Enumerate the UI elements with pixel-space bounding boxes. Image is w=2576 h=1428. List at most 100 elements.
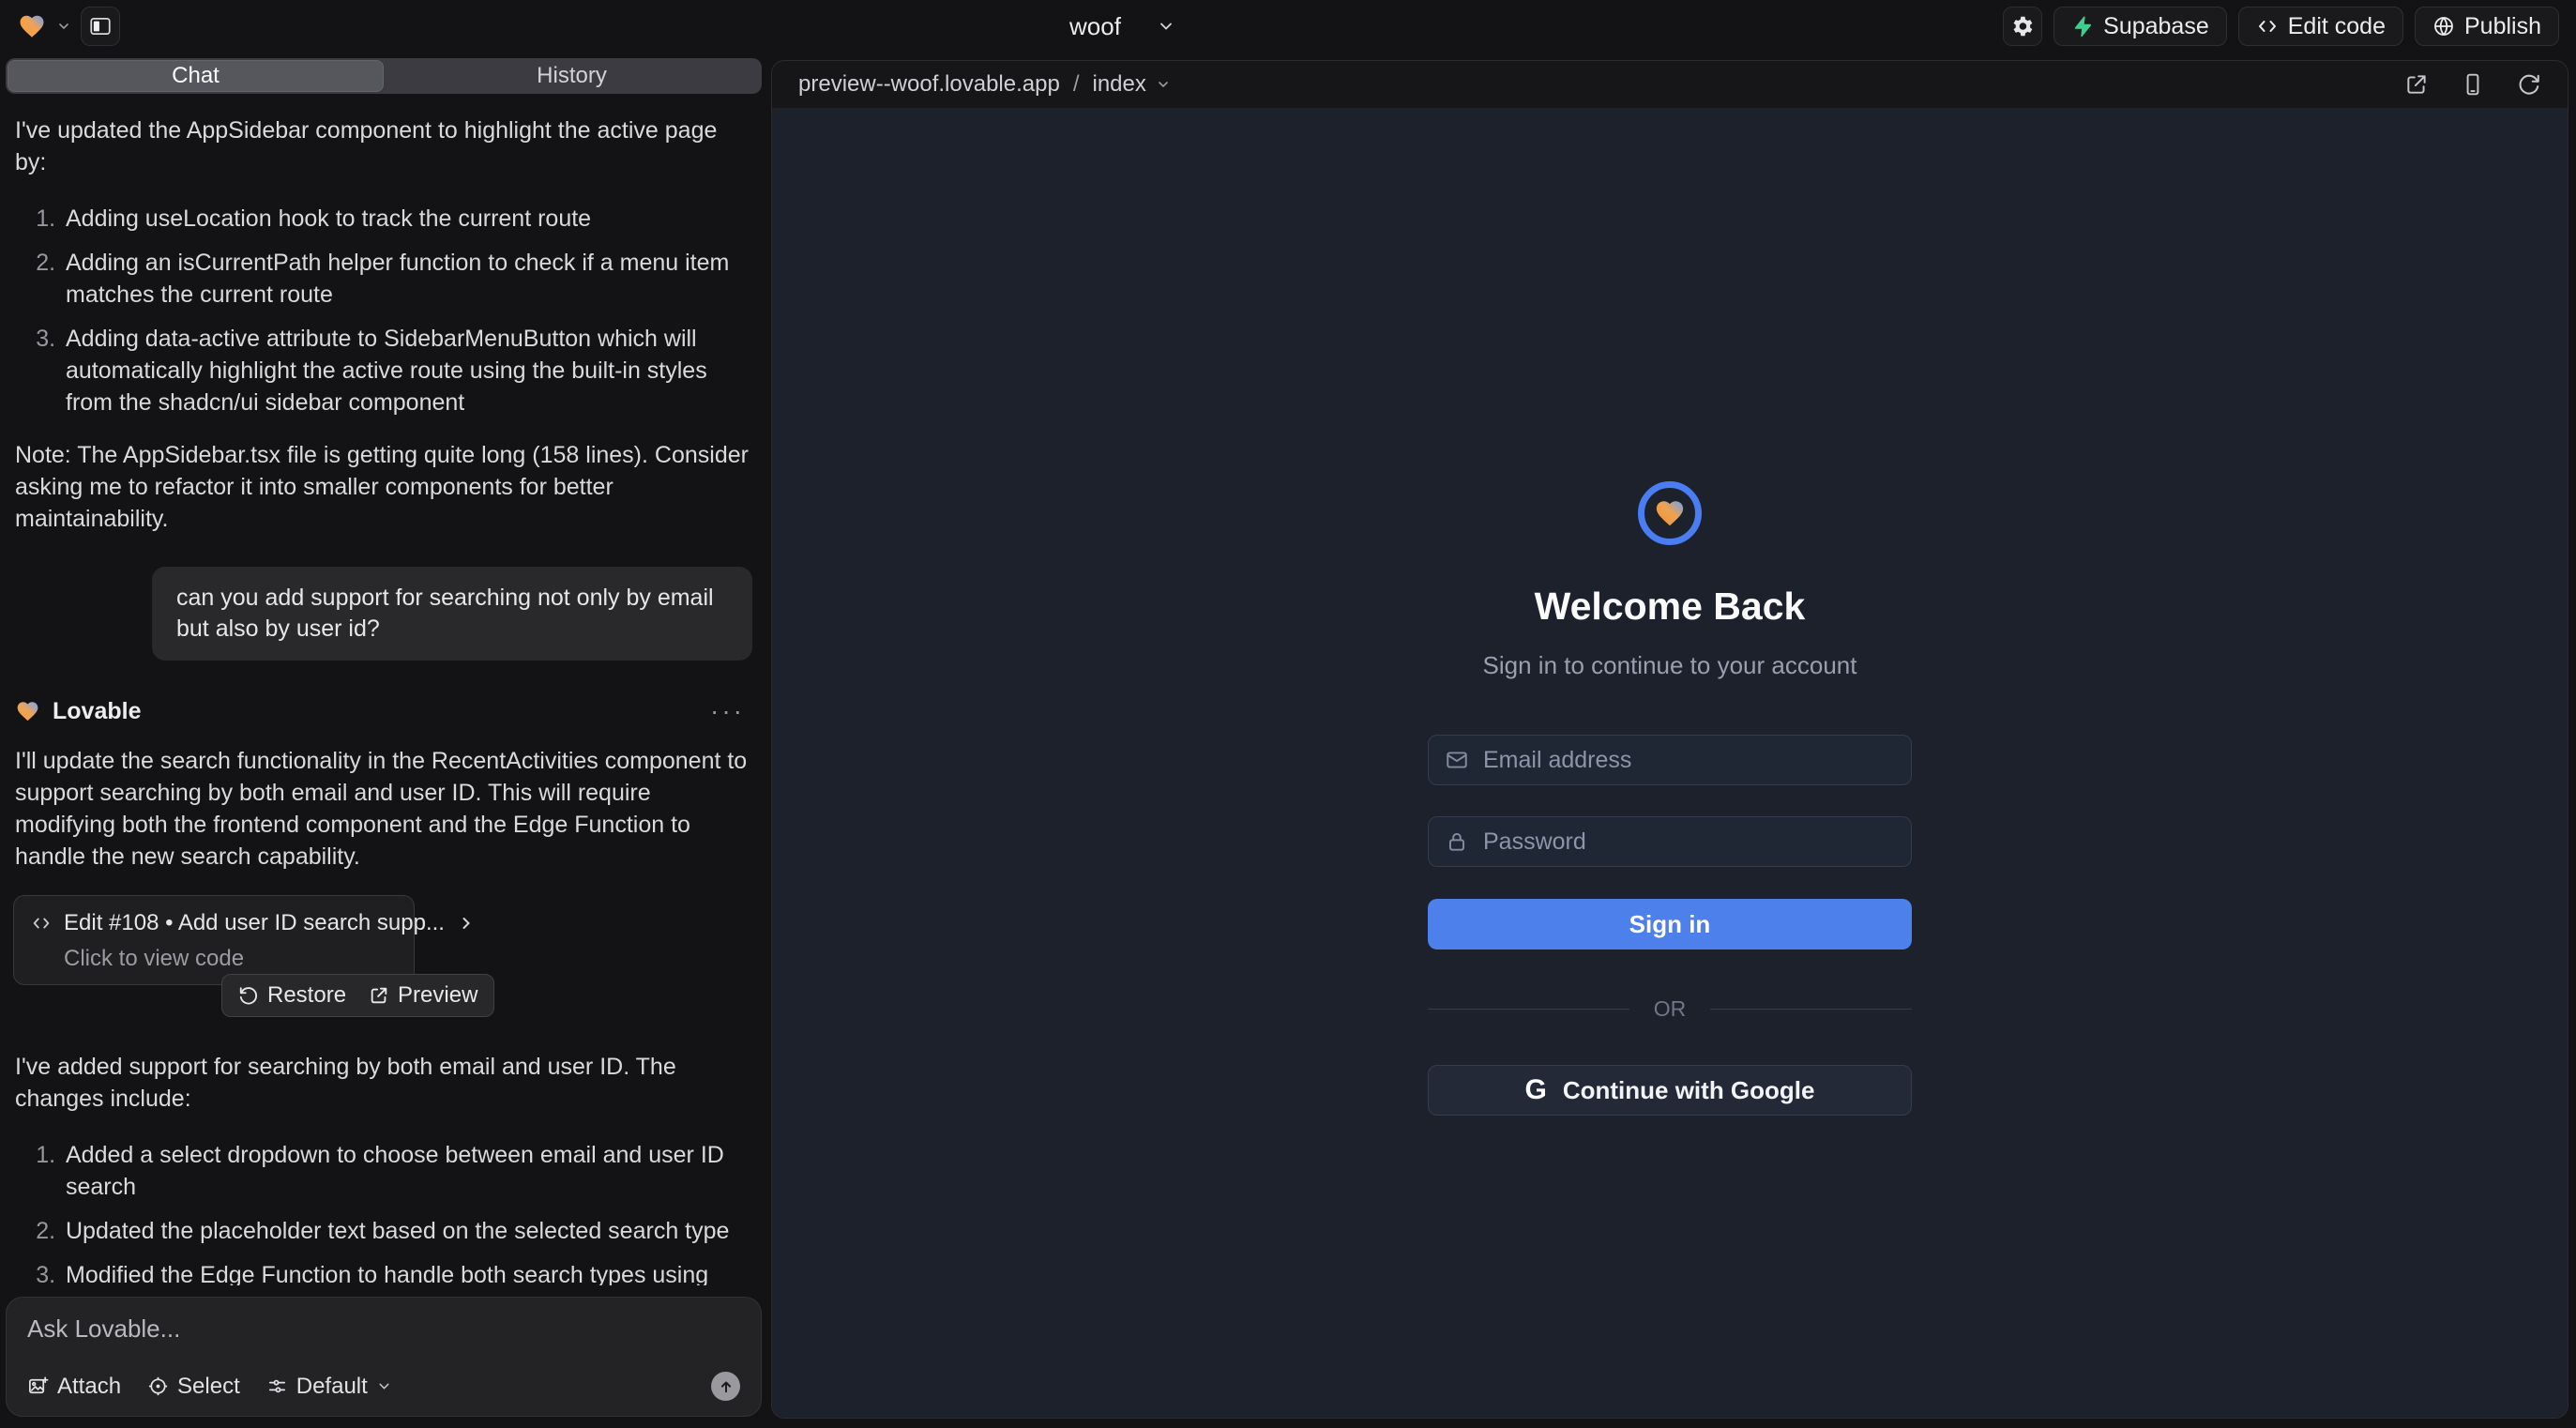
preview-app-content: Welcome Back Sign in to continue to your… — [772, 108, 2568, 1418]
app-subtitle: Sign in to continue to your account — [1483, 651, 1857, 680]
sign-in-form: Email address Password Sign in OR G Cont… — [1428, 735, 1912, 1116]
lock-icon — [1445, 829, 1469, 854]
chat-history-tabs: Chat History — [6, 58, 762, 94]
assistant-message-intro: I've updated the AppSidebar component to… — [15, 114, 752, 178]
tab-history[interactable]: History — [384, 60, 760, 92]
open-in-new-tab-button[interactable] — [2404, 72, 2429, 97]
list-item: Modified the Edge Function to handle bot… — [62, 1259, 756, 1285]
password-placeholder: Password — [1483, 828, 1586, 856]
divider-line — [1428, 1009, 1629, 1010]
target-icon — [147, 1375, 169, 1397]
preview-url: preview--woof.lovable.app — [798, 71, 1060, 98]
edit-card-title: Edit #108 • Add user ID search supp... — [64, 910, 445, 936]
code-icon — [31, 913, 52, 934]
phone-icon — [2461, 72, 2485, 97]
select-label: Select — [177, 1374, 240, 1400]
assistant-name: Lovable — [53, 698, 141, 725]
list-item: Adding an isCurrentPath helper function … — [62, 247, 756, 311]
preview-url-dropdown[interactable]: preview--woof.lovable.app / index — [798, 71, 1171, 98]
chevron-right-icon — [457, 914, 476, 933]
user-message-text: can you add support for searching not on… — [176, 585, 714, 642]
top-bar: woof Supabase Edit code Publish — [0, 0, 2576, 53]
tab-history-label: History — [537, 63, 607, 89]
toggle-sidebar-button[interactable] — [81, 7, 120, 46]
email-placeholder: Email address — [1483, 747, 1631, 774]
mobile-view-button[interactable] — [2461, 72, 2485, 97]
app-title: Welcome Back — [1535, 585, 1806, 629]
tab-chat[interactable]: Chat — [8, 60, 384, 92]
lovable-logo-heart-icon[interactable] — [17, 12, 47, 40]
chat-panel: Chat History I've updated the AppSidebar… — [0, 53, 767, 1428]
google-g-icon: G — [1525, 1074, 1547, 1106]
external-link-icon — [2404, 72, 2429, 97]
sign-in-label: Sign in — [1629, 910, 1711, 939]
attach-button[interactable]: Attach — [27, 1374, 121, 1400]
restore-button[interactable]: Restore — [238, 982, 346, 1009]
mode-dropdown[interactable]: Default — [266, 1374, 392, 1400]
mode-label: Default — [296, 1374, 368, 1400]
project-switcher[interactable]: woof — [1069, 0, 1175, 53]
edit-code-label: Edit code — [2288, 13, 2386, 40]
project-name: woof — [1069, 12, 1121, 41]
app-logo-ring — [1638, 481, 1702, 545]
list-item: Adding useLocation hook to track the cur… — [62, 203, 756, 235]
google-label: Continue with Google — [1563, 1076, 1815, 1105]
preview-button[interactable]: Preview — [369, 982, 477, 1009]
external-link-icon — [369, 985, 389, 1006]
sliders-icon — [266, 1375, 288, 1397]
settings-button[interactable] — [2003, 7, 2042, 46]
edit-actions-bar: Restore Preview — [221, 974, 494, 1017]
assistant-message-body: I've added support for searching by both… — [15, 1051, 752, 1115]
list-item: Adding data-active attribute to SidebarM… — [62, 323, 756, 418]
arrow-up-icon — [718, 1378, 735, 1395]
sign-in-button[interactable]: Sign in — [1428, 899, 1912, 949]
chat-messages[interactable]: I've updated the AppSidebar component to… — [6, 94, 762, 1285]
list-item: Updated the placeholder text based on th… — [62, 1215, 756, 1247]
logo-chevron-down-icon[interactable] — [56, 19, 71, 34]
divider-line — [1710, 1009, 1912, 1010]
refresh-button[interactable] — [2517, 72, 2541, 97]
user-message-bubble: can you add support for searching not on… — [152, 567, 752, 661]
assistant-message-list-2: Added a select dropdown to choose betwee… — [11, 1139, 756, 1285]
or-divider: OR — [1428, 996, 1912, 1022]
edit-card[interactable]: Edit #108 • Add user ID search supp... C… — [13, 895, 415, 985]
preview-path: index — [1092, 71, 1145, 98]
email-field[interactable]: Email address — [1428, 735, 1912, 785]
supabase-label: Supabase — [2103, 13, 2209, 40]
panel-left-icon — [88, 14, 113, 38]
chat-input[interactable]: Ask Lovable... — [27, 1314, 740, 1344]
mode-chevron-down-icon — [376, 1378, 392, 1394]
restore-label: Restore — [267, 982, 346, 1009]
publish-label: Publish — [2464, 13, 2541, 40]
publish-button[interactable]: Publish — [2415, 7, 2559, 46]
assistant-header: Lovable ··· — [15, 696, 752, 726]
restore-icon — [238, 985, 259, 1006]
message-more-button[interactable]: ··· — [710, 696, 752, 726]
lovable-avatar-heart-icon — [15, 699, 40, 723]
preview-toolbar: preview--woof.lovable.app / index — [772, 61, 2568, 108]
continue-with-google-button[interactable]: G Continue with Google — [1428, 1065, 1912, 1116]
edit-code-button[interactable]: Edit code — [2238, 7, 2403, 46]
url-separator: / — [1069, 71, 1083, 98]
assistant-message-list: Adding useLocation hook to track the cur… — [11, 203, 756, 418]
preview-label: Preview — [398, 982, 477, 1009]
mail-icon — [1445, 748, 1469, 772]
assistant-message-intro-2: I'll update the search functionality in … — [15, 745, 752, 873]
password-field[interactable]: Password — [1428, 816, 1912, 867]
list-item: Added a select dropdown to choose betwee… — [62, 1139, 756, 1203]
project-chevron-down-icon — [1157, 17, 1175, 36]
app-heart-icon — [1653, 497, 1687, 529]
assistant-message-note: Note: The AppSidebar.tsx file is getting… — [15, 439, 752, 535]
url-chevron-down-icon — [1156, 77, 1171, 92]
edit-card-subtitle: Click to view code — [64, 946, 397, 972]
send-button[interactable] — [711, 1372, 740, 1401]
code-icon — [2256, 15, 2279, 38]
attach-image-icon — [27, 1375, 49, 1397]
globe-icon — [2432, 15, 2455, 38]
gear-icon — [2010, 14, 2035, 38]
tab-chat-label: Chat — [172, 63, 220, 89]
refresh-icon — [2517, 72, 2541, 97]
attach-label: Attach — [57, 1374, 121, 1400]
select-button[interactable]: Select — [147, 1374, 240, 1400]
supabase-button[interactable]: Supabase — [2053, 7, 2227, 46]
